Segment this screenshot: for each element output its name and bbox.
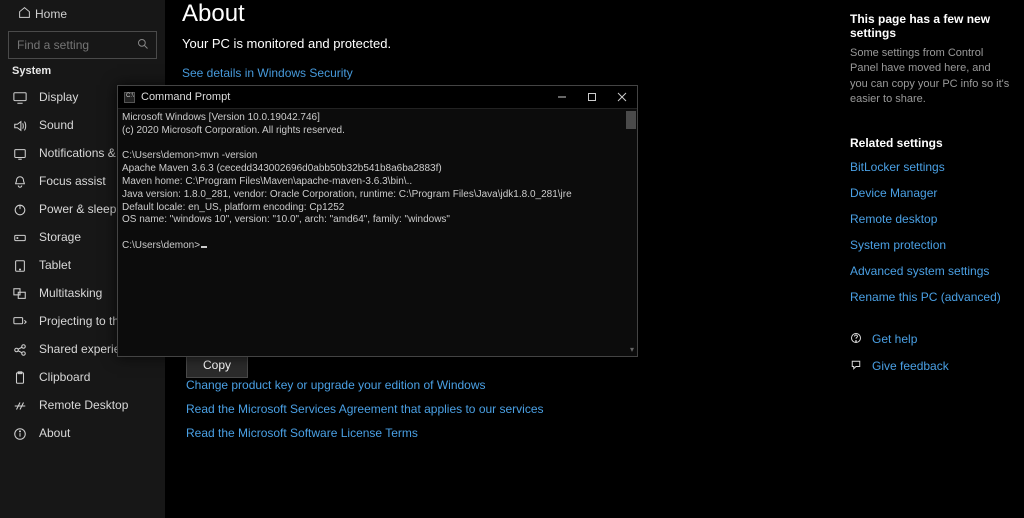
sidebar-item-label: Power & sleep (39, 202, 116, 216)
term-line: Default locale: en_US, platform encoding… (122, 202, 344, 213)
notice-body: Some settings from Control Panel have mo… (850, 46, 1010, 108)
terminal-output[interactable]: Microsoft Windows [Version 10.0.19042.74… (118, 109, 637, 356)
remote-desktop-icon (13, 397, 39, 413)
window-title: Command Prompt (141, 91, 230, 103)
window-buttons (547, 86, 637, 109)
product-links: Change product key or upgrade your editi… (186, 378, 544, 440)
focus-assist-icon (13, 173, 39, 189)
command-prompt-window: Command Prompt Microsoft Windows [Versio… (117, 85, 638, 357)
sidebar-item-label: Clipboard (39, 370, 90, 384)
device-manager-link[interactable]: Device Manager (850, 186, 1010, 200)
page-title: About (182, 0, 854, 28)
system-protection-link[interactable]: System protection (850, 238, 1010, 252)
get-help-label: Get help (872, 332, 917, 346)
sidebar-item-label: Sound (39, 118, 74, 132)
clipboard-icon (13, 369, 39, 385)
notifications-icon (13, 145, 39, 161)
services-agreement-link[interactable]: Read the Microsoft Services Agreement th… (186, 402, 544, 416)
shared-icon (13, 341, 39, 357)
sidebar-item-label: Multitasking (39, 286, 102, 300)
sidebar-item-label: Tablet (39, 258, 71, 272)
system-header: System (12, 65, 165, 77)
feedback-icon (850, 359, 862, 374)
get-help-link[interactable]: Get help (850, 332, 1010, 347)
remote-desktop-link[interactable]: Remote desktop (850, 212, 1010, 226)
titlebar[interactable]: Command Prompt (118, 86, 637, 109)
cursor-icon (201, 246, 207, 248)
projecting-icon (13, 313, 39, 329)
notice-header: This page has a few new settings (850, 12, 1010, 40)
help-icon (850, 332, 862, 347)
term-line: Java version: 1.8.0_281, vendor: Oracle … (122, 189, 572, 200)
sidebar-item-label: About (39, 426, 70, 440)
term-line: Apache Maven 3.6.3 (cecedd343002696d0abb… (122, 163, 442, 174)
right-column: This page has a few new settings Some se… (850, 12, 1010, 386)
sidebar-item-remote-desktop[interactable]: Remote Desktop (0, 391, 165, 419)
sidebar-item-label: Storage (39, 230, 81, 244)
term-line: C:\Users\demon>mvn -version (122, 150, 257, 161)
home-label: Home (35, 7, 67, 21)
close-button[interactable] (607, 86, 637, 109)
give-feedback-link[interactable]: Give feedback (850, 359, 1010, 374)
search-input[interactable] (8, 31, 157, 59)
tablet-icon (13, 257, 39, 273)
related-header: Related settings (850, 136, 1010, 150)
bitlocker-link[interactable]: BitLocker settings (850, 160, 1010, 174)
scrollbar-thumb[interactable] (626, 111, 636, 129)
sidebar-item-label: Focus assist (39, 174, 106, 188)
home-icon (13, 6, 35, 22)
cmd-icon (124, 92, 135, 103)
storage-icon (13, 229, 39, 245)
license-terms-link[interactable]: Read the Microsoft Software License Term… (186, 426, 544, 440)
term-line: Microsoft Windows [Version 10.0.19042.74… (122, 112, 320, 123)
term-line: Maven home: C:\Program Files\Maven\apach… (122, 176, 412, 187)
sidebar-item-clipboard[interactable]: Clipboard (0, 363, 165, 391)
term-line: (c) 2020 Microsoft Corporation. All righ… (122, 125, 345, 136)
see-details-link[interactable]: See details in Windows Security (182, 66, 353, 80)
home-nav[interactable]: Home (8, 0, 157, 28)
term-line: OS name: "windows 10", version: "10.0", … (122, 214, 450, 225)
search-container (8, 31, 157, 59)
sidebar-item-about[interactable]: About (0, 419, 165, 447)
multitasking-icon (13, 285, 39, 301)
related-links: BitLocker settings Device Manager Remote… (850, 160, 1010, 304)
sound-icon (13, 117, 39, 133)
advanced-settings-link[interactable]: Advanced system settings (850, 264, 1010, 278)
maximize-button[interactable] (577, 86, 607, 109)
protection-status: Your PC is monitored and protected. (182, 36, 854, 51)
rename-pc-link[interactable]: Rename this PC (advanced) (850, 290, 1010, 304)
change-product-key-link[interactable]: Change product key or upgrade your editi… (186, 378, 544, 392)
give-feedback-label: Give feedback (872, 359, 949, 373)
term-prompt: C:\Users\demon> (122, 240, 200, 251)
scrollbar-down-icon[interactable]: ▾ (630, 345, 634, 354)
minimize-button[interactable] (547, 86, 577, 109)
display-icon (13, 89, 39, 105)
power-icon (13, 201, 39, 217)
sidebar-item-label: Display (39, 90, 78, 104)
about-icon (13, 425, 39, 441)
sidebar-item-label: Remote Desktop (39, 398, 128, 412)
